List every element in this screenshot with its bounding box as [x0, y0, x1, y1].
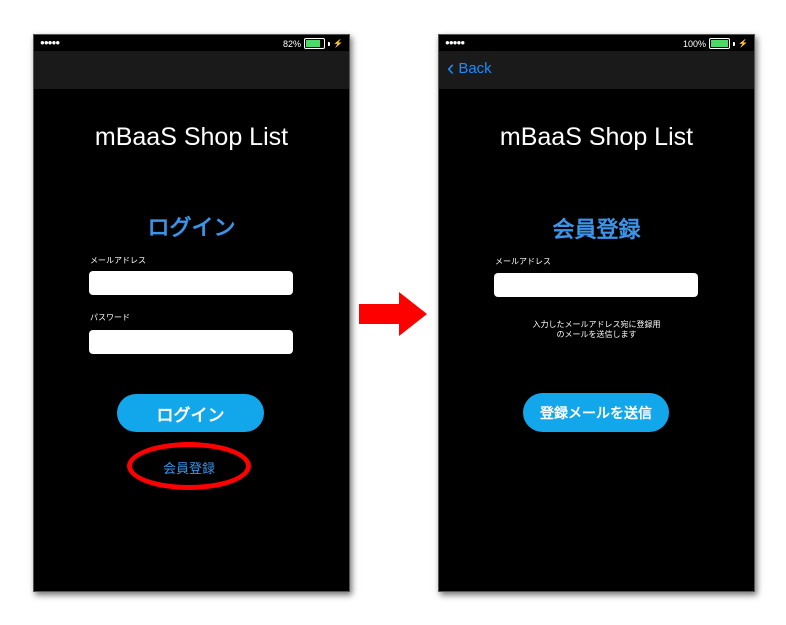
email-label: メールアドレス [90, 256, 146, 265]
battery-icon [304, 38, 326, 49]
app-title: mBaaS Shop List [499, 123, 694, 151]
battery-tip [733, 41, 736, 46]
right-arrow-icon [359, 292, 427, 336]
navigation-bar [34, 51, 349, 89]
status-bar: ●●●●● 82% ⚡ [34, 35, 349, 51]
hint-text-line2: のメールを送信します [556, 330, 637, 339]
password-field[interactable] [89, 330, 293, 354]
charging-bolt-icon: ⚡ [738, 39, 748, 48]
navigation-bar: ‹ Back [439, 51, 754, 89]
signal-strength-icon: ●●●●● [40, 38, 60, 47]
email-field[interactable] [494, 273, 698, 297]
signal-strength-icon: ●●●●● [445, 38, 465, 47]
hint-text-line1: 入力したメールアドレス宛に登録用 [532, 320, 661, 329]
screen-title: 会員登録 [552, 218, 641, 243]
email-field[interactable] [89, 271, 293, 295]
highlight-circle [127, 442, 251, 490]
chevron-left-icon: ‹ [447, 55, 455, 80]
email-label: メールアドレス [495, 257, 551, 266]
login-button[interactable]: ログイン [117, 394, 264, 432]
register-screen: ●●●●● 100% ⚡ ‹ Back mBaaS Shop List 会員登録… [438, 34, 755, 592]
send-registration-email-button[interactable]: 登録メールを送信 [523, 393, 669, 432]
login-screen: ●●●●● 82% ⚡ mBaaS Shop List ログイン メールアドレス… [33, 34, 350, 592]
status-bar: ●●●●● 100% ⚡ [439, 35, 754, 51]
battery-percent: 100% [683, 38, 707, 49]
screen-title: ログイン [147, 216, 236, 241]
back-label: Back [458, 59, 492, 77]
back-button[interactable]: ‹ Back [447, 55, 492, 80]
battery-indicator: 100% ⚡ [683, 38, 748, 49]
battery-level [711, 40, 729, 47]
charging-bolt-icon: ⚡ [333, 39, 343, 48]
app-title: mBaaS Shop List [94, 123, 289, 151]
password-label: パスワード [90, 313, 130, 322]
battery-icon [709, 38, 731, 49]
battery-level [306, 40, 320, 47]
battery-indicator: 82% ⚡ [283, 38, 343, 49]
battery-tip [328, 41, 331, 46]
battery-percent: 82% [283, 38, 302, 49]
